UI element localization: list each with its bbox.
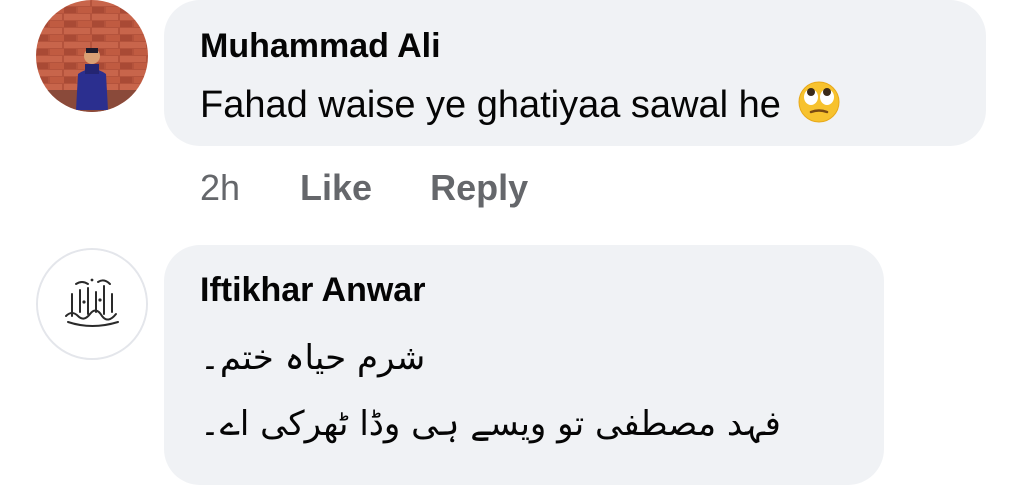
- avatar[interactable]: [36, 0, 148, 112]
- comment-timestamp[interactable]: 2h: [200, 167, 240, 209]
- comment-bubble: Muhammad Ali Fahad waise ye ghatiyaa saw…: [164, 0, 986, 146]
- profile-photo: [36, 0, 148, 112]
- like-button[interactable]: Like: [300, 167, 372, 209]
- avatar[interactable]: [36, 248, 148, 360]
- comment-text-content: Fahad waise ye ghatiyaa sawal he: [200, 84, 781, 127]
- comment-actions: 2h Like Reply: [200, 164, 586, 212]
- comment-item: Muhammad Ali Fahad waise ye ghatiyaa saw…: [0, 0, 1024, 240]
- comment-text-line: شرم حیاہ ختم۔: [200, 338, 426, 378]
- comment-item: Iftikhar Anwar شرم حیاہ ختم۔ فہد مصطفی ت…: [0, 240, 1024, 485]
- reply-button[interactable]: Reply: [430, 167, 528, 209]
- eye-roll-emoji-icon: [797, 80, 841, 134]
- comment-author[interactable]: Iftikhar Anwar: [200, 271, 425, 310]
- comment-text: Fahad waise ye ghatiyaa sawal he: [200, 80, 841, 134]
- comment-bubble: Iftikhar Anwar شرم حیاہ ختم۔ فہد مصطفی ت…: [164, 245, 884, 485]
- calligraphy-logo-icon: [38, 250, 146, 358]
- comment-author[interactable]: Muhammad Ali: [200, 27, 441, 66]
- comment-text-line: فہد مصطفی تو ویسے ہی وڈا ٹھرکی اے۔: [200, 404, 781, 444]
